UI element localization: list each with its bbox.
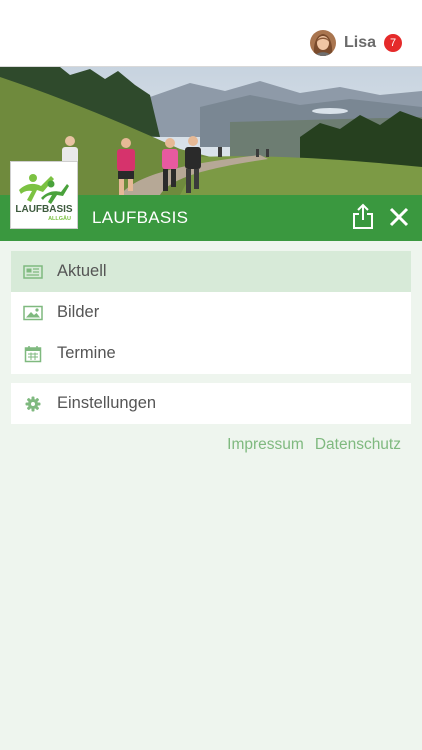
logo-text: LAUFBASIS <box>15 204 73 215</box>
menu-item-termine[interactable]: Termine <box>11 333 411 374</box>
menu-item-label: Einstellungen <box>57 394 157 412</box>
impressum-link[interactable]: Impressum <box>227 436 304 454</box>
logo-graphic: LAUFBASIS ALLGÄU <box>15 174 73 222</box>
menu-item-einstellungen[interactable]: Einstellungen <box>11 383 411 424</box>
calendar-icon <box>11 345 55 363</box>
top-bar: Lisa 7 <box>0 0 422 67</box>
menu-item-label: Termine <box>57 344 116 362</box>
gear-icon <box>11 396 55 412</box>
notification-badge[interactable]: 7 <box>384 34 402 52</box>
menu-item-label: Aktuell <box>57 262 107 280</box>
close-icon[interactable] <box>386 204 412 230</box>
footer-links: Impressum Datenschutz <box>216 436 401 454</box>
newspaper-icon <box>11 264 55 280</box>
image-icon <box>11 305 55 321</box>
share-icon[interactable] <box>350 203 376 231</box>
menu-item-aktuell[interactable]: Aktuell <box>11 251 411 292</box>
menu-item-label: Bilder <box>57 303 100 321</box>
main-menu: Aktuell Bilder Termine <box>11 251 411 374</box>
app-title: LAUFBASIS <box>92 208 189 227</box>
user-name[interactable]: Lisa <box>344 34 376 52</box>
user-avatar[interactable] <box>309 30 336 56</box>
datenschutz-link[interactable]: Datenschutz <box>315 436 401 454</box>
club-logo: LAUFBASIS ALLGÄU <box>10 161 78 229</box>
menu-item-bilder[interactable]: Bilder <box>11 292 411 333</box>
user-menu[interactable]: Lisa 7 <box>309 30 402 56</box>
settings-menu: Einstellungen <box>11 383 411 424</box>
logo-subtext: ALLGÄU <box>48 215 71 222</box>
